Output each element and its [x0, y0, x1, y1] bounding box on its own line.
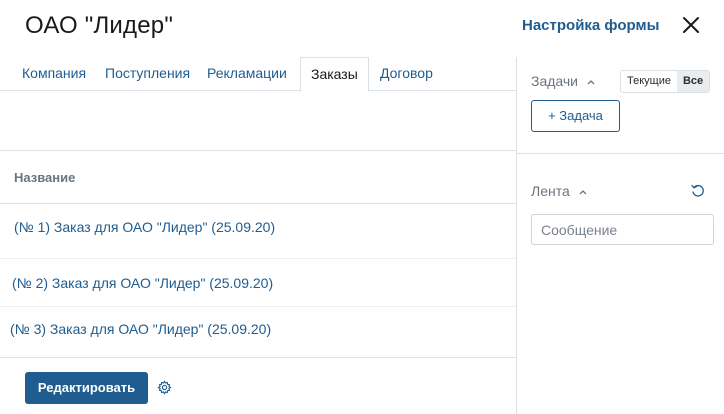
table-row[interactable]: (№ 2) Заказ для ОАО "Лидер" (25.09.20) — [12, 275, 273, 291]
gear-icon[interactable] — [157, 380, 172, 395]
feed-section-header[interactable]: Лента — [531, 183, 588, 199]
tab-complaints[interactable]: Рекламации — [207, 57, 287, 91]
add-task-button[interactable]: + Задача — [531, 100, 620, 132]
edit-button[interactable]: Редактировать — [25, 372, 148, 404]
divider — [0, 357, 516, 358]
tab-orders[interactable]: Заказы — [300, 57, 369, 92]
table-row[interactable]: (№ 3) Заказ для ОАО "Лидер" (25.09.20) — [10, 321, 271, 337]
feed-label: Лента — [531, 183, 570, 199]
close-icon — [683, 17, 699, 33]
tasks-filter-toggle: Текущие Все — [620, 70, 711, 93]
form-settings-link[interactable]: Настройка формы — [522, 17, 659, 34]
toggle-current[interactable]: Текущие — [621, 71, 677, 92]
tasks-section-header[interactable]: Задачи — [531, 73, 596, 89]
refresh-icon[interactable] — [690, 183, 706, 199]
row-divider — [0, 258, 516, 259]
column-header-name: Название — [14, 170, 76, 185]
panel-divider — [516, 57, 517, 414]
divider — [0, 203, 516, 204]
tab-contract[interactable]: Договор — [380, 57, 433, 91]
page-title: ОАО "Лидер" — [25, 12, 174, 39]
tab-company[interactable]: Компания — [22, 57, 86, 91]
divider — [0, 150, 516, 151]
tab-bar: Компания Поступления Рекламации Заказы Д… — [0, 57, 516, 92]
row-divider — [0, 306, 516, 307]
tab-receipts[interactable]: Поступления — [105, 57, 190, 91]
table-row[interactable]: (№ 1) Заказ для ОАО "Лидер" (25.09.20) — [14, 219, 275, 235]
divider — [516, 153, 724, 154]
chevron-up-icon — [587, 80, 595, 85]
close-button[interactable] — [680, 14, 702, 36]
chevron-up-icon — [579, 190, 587, 195]
toggle-all[interactable]: Все — [676, 71, 710, 92]
tasks-label: Задачи — [531, 73, 579, 89]
message-input[interactable] — [531, 214, 714, 245]
